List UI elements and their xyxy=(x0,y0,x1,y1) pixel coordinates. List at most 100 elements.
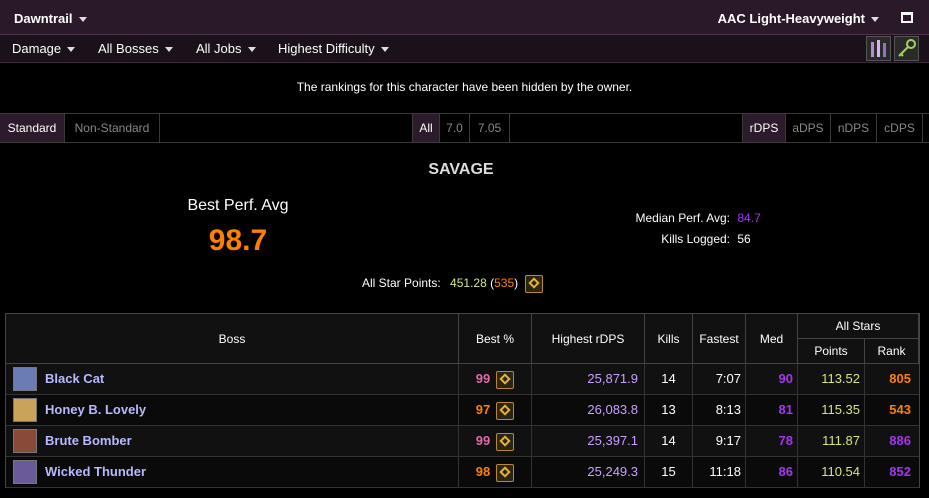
partition-label: AAC Light-Heavyweight xyxy=(717,11,865,26)
tab-7-05[interactable]: 7.05 xyxy=(470,114,510,142)
rank-cell: 852 xyxy=(889,464,911,479)
tab-ndps[interactable]: nDPS xyxy=(831,114,877,142)
boss-cell[interactable]: Brute Bomber xyxy=(6,426,459,456)
boss-portrait xyxy=(13,367,37,391)
column-header-allstars: All Stars xyxy=(798,314,919,339)
tab-standard[interactable]: Standard xyxy=(0,114,65,142)
kills-cell: 13 xyxy=(645,395,693,425)
highest-rdps-cell: 26,083.8 xyxy=(532,395,645,425)
median-cell: 78 xyxy=(746,426,798,456)
column-header-med[interactable]: Med xyxy=(746,314,798,364)
boss-filter[interactable]: All Bosses xyxy=(98,41,173,56)
median-cell: 90 xyxy=(746,364,798,394)
column-header-best[interactable]: Best % xyxy=(459,314,532,364)
best-percent-value: 99 xyxy=(475,433,491,448)
column-header-highest[interactable]: Highest rDPS xyxy=(532,314,645,364)
key-icon[interactable] xyxy=(894,36,919,61)
highest-rdps-cell: 25,871.9 xyxy=(532,364,645,394)
tab-adps[interactable]: aDPS xyxy=(786,114,831,142)
filter-bar: Damage All Bosses All Jobs Highest Diffi… xyxy=(0,35,929,63)
chevron-down-icon xyxy=(78,17,87,23)
boss-name-link[interactable]: Honey B. Lovely xyxy=(45,395,146,425)
window-toggle-icon[interactable] xyxy=(901,12,913,23)
hidden-rankings-notice: The rankings for this character have bee… xyxy=(296,80,633,94)
best-percent-cell: 97 xyxy=(459,395,532,425)
fastest-cell: 8:13 xyxy=(693,395,746,425)
all-star-icon[interactable] xyxy=(496,370,515,389)
boss-name-link[interactable]: Wicked Thunder xyxy=(45,457,146,487)
top-bar: Dawntrail AAC Light-Heavyweight xyxy=(0,0,929,35)
column-header-fastest[interactable]: Fastest xyxy=(693,314,746,364)
difficulty-filter[interactable]: Highest Difficulty xyxy=(278,41,389,56)
table-row[interactable]: Brute Bomber 99 25,397.1 14 9:17 78 111.87 886 xyxy=(6,426,919,457)
rank-cell: 805 xyxy=(889,371,911,386)
difficulty-heading: SAVAGE xyxy=(428,161,494,178)
boss-portrait xyxy=(13,460,37,484)
table-row[interactable]: Honey B. Lovely 97 26,083.8 13 8:13 81 115.35 5… xyxy=(6,395,919,426)
boss-name-link[interactable]: Black Cat xyxy=(45,364,104,394)
chevron-down-icon xyxy=(871,17,879,23)
best-percent-value: 98 xyxy=(475,464,491,479)
median-perf-label: Median Perf. Avg: xyxy=(635,211,731,225)
tab-rdps[interactable]: rDPS xyxy=(742,114,786,142)
chevron-down-icon xyxy=(247,47,256,53)
fastest-cell: 7:07 xyxy=(693,364,746,394)
best-perf-label: Best Perf. Avg xyxy=(187,197,289,214)
metric-filter-label: Damage xyxy=(12,41,62,56)
boss-cell[interactable]: Black Cat xyxy=(6,364,459,394)
table-row[interactable]: Black Cat 99 25,871.9 14 7:07 90 113.52 805 xyxy=(6,364,919,395)
all-star-icon[interactable] xyxy=(496,432,515,451)
metric-filter[interactable]: Damage xyxy=(12,41,76,56)
job-filter-label: All Jobs xyxy=(196,41,242,56)
difficulty-filter-label: Highest Difficulty xyxy=(278,41,375,56)
all-star-points-value: 451.28 xyxy=(450,276,487,291)
rank-cell: 543 xyxy=(889,402,911,417)
all-star-points-stat: All Star Points: 451.28 (535) xyxy=(362,275,544,293)
kills-cell: 15 xyxy=(645,457,693,487)
best-percent-value: 97 xyxy=(475,402,491,417)
tab-non-standard[interactable]: Non-Standard xyxy=(65,114,160,142)
column-header-kills[interactable]: Kills xyxy=(645,314,693,364)
highest-rdps-cell: 25,397.1 xyxy=(532,426,645,456)
zone-dropdown[interactable]: Dawntrail xyxy=(14,11,87,26)
kills-cell: 14 xyxy=(645,426,693,456)
points-cell: 111.87 xyxy=(798,426,865,456)
column-header-boss[interactable]: Boss xyxy=(6,314,459,364)
kills-logged-stat: Kills Logged: 56 xyxy=(600,232,751,246)
boss-name-link[interactable]: Brute Bomber xyxy=(45,426,132,456)
boss-cell[interactable]: Wicked Thunder xyxy=(6,457,459,487)
zone-label: Dawntrail xyxy=(14,11,73,26)
table-row[interactable]: Wicked Thunder 98 25,249.3 15 11:18 86 110.54 8… xyxy=(6,457,919,488)
tab-7-0[interactable]: 7.0 xyxy=(440,114,470,142)
best-percent-cell: 99 xyxy=(459,364,532,394)
all-star-rank-value: 535 xyxy=(494,276,515,291)
points-cell: 115.35 xyxy=(798,395,865,425)
column-header-points[interactable]: Points xyxy=(798,339,865,364)
chevron-down-icon xyxy=(164,47,173,53)
kills-logged-value: 56 xyxy=(737,232,751,246)
all-star-icon[interactable] xyxy=(525,275,544,293)
boss-filter-label: All Bosses xyxy=(98,41,159,56)
highest-rdps-cell: 25,249.3 xyxy=(532,457,645,487)
all-jobs-icon[interactable] xyxy=(866,36,891,61)
points-cell: 110.54 xyxy=(798,457,865,487)
all-star-icon[interactable] xyxy=(496,401,515,420)
job-filter[interactable]: All Jobs xyxy=(196,41,256,56)
column-header-rank[interactable]: Rank xyxy=(865,339,919,364)
kills-cell: 14 xyxy=(645,364,693,394)
best-percent-value: 99 xyxy=(475,371,491,386)
tab-cdps[interactable]: cDPS xyxy=(877,114,923,142)
tab-all[interactable]: All xyxy=(412,114,440,142)
rank-cell: 886 xyxy=(889,433,911,448)
boss-portrait xyxy=(13,398,37,422)
partition-dropdown[interactable]: AAC Light-Heavyweight xyxy=(718,11,879,26)
all-star-points-label: All Star Points: xyxy=(362,276,441,291)
median-cell: 81 xyxy=(746,395,798,425)
fastest-cell: 9:17 xyxy=(693,426,746,456)
boss-cell[interactable]: Honey B. Lovely xyxy=(6,395,459,425)
median-cell: 86 xyxy=(746,457,798,487)
best-perf-value: 98.7 xyxy=(208,224,268,257)
best-percent-cell: 99 xyxy=(459,426,532,456)
all-star-icon[interactable] xyxy=(496,463,515,482)
fastest-cell: 11:18 xyxy=(693,457,746,487)
